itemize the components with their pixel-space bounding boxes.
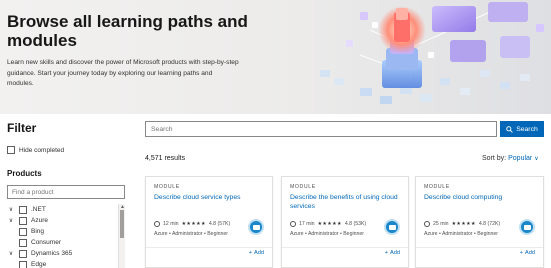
page-title: Browse all learning paths and modules <box>7 12 248 50</box>
card-meta: 12 min ★★★★★ 4.8 (57K) <box>154 221 230 227</box>
product-label: Edge <box>31 261 47 268</box>
card-title-link[interactable]: Describe cloud service types <box>154 194 268 203</box>
add-button[interactable]: + Add <box>385 250 400 256</box>
module-badge-icon <box>248 219 264 235</box>
product-label: .NET <box>31 206 46 213</box>
module-card[interactable]: MODULE Describe cloud service types 12 m… <box>145 176 273 268</box>
search-input[interactable] <box>145 121 497 137</box>
sort-label: Sort by: <box>482 155 507 162</box>
product-label: Dynamics 365 <box>31 250 73 257</box>
module-badge-icon <box>384 219 400 235</box>
card-meta: 17 min ★★★★★ 4.8 (53K) <box>290 221 366 227</box>
hero-description: Learn new skills and discover the power … <box>7 59 239 87</box>
card-tags: Azure • Administrator • Beginner <box>290 231 364 237</box>
product-checkbox[interactable] <box>19 238 27 247</box>
chevron-down-icon[interactable]: ∨ <box>7 206 15 213</box>
products-heading: Products <box>7 169 42 178</box>
add-button[interactable]: + Add <box>520 250 535 256</box>
add-button[interactable]: + Add <box>249 250 264 256</box>
product-checkbox[interactable] <box>19 260 27 268</box>
sort-control[interactable]: Sort by: Popular ∨ <box>482 155 539 162</box>
add-label: Add <box>254 250 264 256</box>
filter-heading: Filter <box>7 121 37 135</box>
search-button-label: Search <box>516 125 538 133</box>
card-tags: Azure • Administrator • Beginner <box>154 231 228 237</box>
product-list-scrollbar[interactable]: ▲ <box>118 204 125 268</box>
card-rating: 4.8 (53K) <box>344 221 367 227</box>
hide-completed-toggle[interactable]: Hide completed <box>7 146 64 154</box>
card-divider <box>282 247 408 248</box>
card-type: MODULE <box>424 184 450 190</box>
product-list: ∨ .NET ∨ Azure Bing Consumer ∨ Dynamics … <box>7 204 125 268</box>
hero-illustration <box>320 2 544 104</box>
module-badge-icon <box>519 219 535 235</box>
card-duration: 17 min <box>299 221 315 227</box>
product-item-edge[interactable]: Edge <box>7 259 125 268</box>
product-label: Azure <box>31 217 48 224</box>
add-label: Add <box>525 250 535 256</box>
product-label: Consumer <box>31 239 61 246</box>
card-duration: 12 min <box>163 221 179 227</box>
product-checkbox[interactable] <box>19 205 27 214</box>
product-item-dotnet[interactable]: ∨ .NET <box>7 204 125 215</box>
results-count: 4,571 results <box>145 155 186 162</box>
card-type: MODULE <box>290 184 316 190</box>
product-item-bing[interactable]: Bing <box>7 226 125 237</box>
star-rating-icon: ★★★★★ <box>181 221 206 227</box>
product-label: Bing <box>31 228 45 235</box>
product-item-consumer[interactable]: Consumer <box>7 237 125 248</box>
chevron-down-icon[interactable]: ∨ <box>534 155 538 162</box>
clock-icon <box>290 221 296 227</box>
card-rating: 4.8 (57K) <box>208 221 231 227</box>
module-card[interactable]: MODULE Describe cloud computing 25 min ★… <box>415 176 544 268</box>
star-rating-icon: ★★★★★ <box>317 221 342 227</box>
star-rating-icon: ★★★★★ <box>451 221 476 227</box>
card-duration: 25 min <box>433 221 449 227</box>
sort-value[interactable]: Popular <box>508 155 532 162</box>
card-divider <box>416 247 543 248</box>
product-item-azure[interactable]: ∨ Azure <box>7 215 125 226</box>
search-button[interactable]: Search <box>500 121 544 137</box>
product-checkbox[interactable] <box>19 227 27 236</box>
product-item-dynamics-365[interactable]: ∨ Dynamics 365 <box>7 248 125 259</box>
card-divider <box>146 247 272 248</box>
product-checkbox[interactable] <box>19 216 27 225</box>
card-meta: 25 min ★★★★★ 4.8 (72K) <box>424 221 500 227</box>
card-tags: Azure • Administrator • Beginner <box>424 231 498 237</box>
hide-completed-label: Hide completed <box>19 146 65 154</box>
module-card[interactable]: MODULE Describe the benefits of using cl… <box>281 176 409 268</box>
card-title-link[interactable]: Describe cloud computing <box>424 194 538 203</box>
product-checkbox[interactable] <box>19 249 27 258</box>
card-rating: 4.8 (72K) <box>478 221 501 227</box>
clock-icon <box>154 221 160 227</box>
card-type: MODULE <box>154 184 180 190</box>
clock-icon <box>424 221 430 227</box>
hero-banner: Browse all learning paths and modules Le… <box>0 0 551 114</box>
plus-icon: + <box>384 250 389 256</box>
card-title-link[interactable]: Describe the benefits of using cloud ser… <box>290 194 404 211</box>
plus-icon: + <box>248 250 253 256</box>
search-icon <box>506 125 513 133</box>
scrollbar-thumb[interactable] <box>120 210 124 238</box>
hide-completed-checkbox[interactable] <box>7 146 15 154</box>
plus-icon: + <box>519 250 524 256</box>
chevron-down-icon[interactable]: ∨ <box>7 250 15 257</box>
find-product-input[interactable] <box>7 185 125 199</box>
chevron-down-icon[interactable]: ∨ <box>7 217 15 224</box>
add-label: Add <box>390 250 400 256</box>
